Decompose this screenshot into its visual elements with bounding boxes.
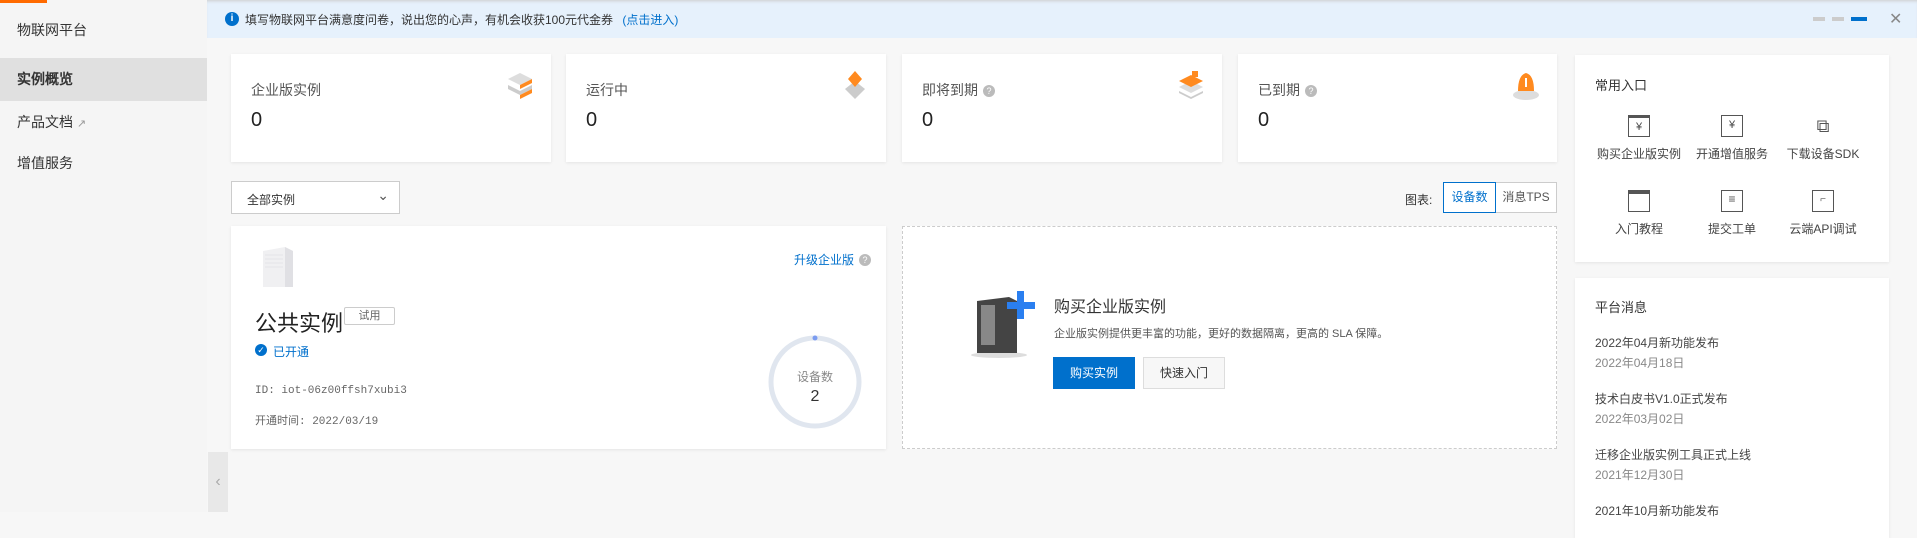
quick-label: 入门教程	[1614, 222, 1663, 236]
banner-text: 填写物联网平台满意度问卷，说出您的心声，有机会收获100元代金券	[245, 13, 614, 27]
quick-download-sdk[interactable]: ⧉ 下载设备SDK	[1773, 115, 1873, 162]
message-icon: ≡	[1721, 190, 1743, 212]
platform-news-panel: 平台消息 2022年04月新功能发布 2022年04月18日 技术白皮书V1.0…	[1575, 278, 1889, 538]
stat-value: 0	[586, 109, 598, 131]
check-circle-icon: ✓	[255, 344, 267, 356]
banner-link[interactable]: (点击进入)	[622, 13, 678, 27]
server-add-icon	[971, 291, 1035, 358]
buy-card-desc: 企业版实例提供更丰富的功能，更好的数据隔离，更高的 SLA 保障。	[1054, 328, 1389, 340]
calendar-stack-icon	[1179, 71, 1203, 99]
news-item-title[interactable]: 2022年04月新功能发布	[1595, 334, 1719, 351]
collapse-sidebar-button[interactable]: ‹	[208, 452, 228, 512]
quick-label: 提交工单	[1707, 222, 1756, 236]
external-link-icon: ↗	[76, 118, 87, 130]
stat-card-expiring: 即将到期? 0	[902, 54, 1222, 162]
quick-start-button[interactable]: 快速入门	[1143, 357, 1225, 389]
tab-device-count[interactable]: 设备数	[1443, 182, 1496, 213]
quick-api-debug[interactable]: ⌐ 云端API调试	[1773, 190, 1873, 237]
quick-label: 下载设备SDK	[1786, 147, 1860, 161]
news-item-date: 2022年04月18日	[1595, 356, 1685, 370]
sidebar-item-label: 实例概览	[17, 71, 73, 87]
stat-label: 企业版实例	[251, 82, 321, 98]
server-icon	[263, 247, 293, 287]
status-badge: 已开通	[273, 345, 310, 359]
help-icon[interactable]: ?	[983, 85, 995, 97]
instance-id: ID: iot-06z00ffsh7xubi3	[255, 385, 407, 397]
layers-download-icon: ⧉	[1816, 116, 1830, 136]
instance-title: 公共实例	[255, 311, 344, 336]
stat-label: 即将到期?	[922, 80, 995, 100]
quick-value-added[interactable]: ¥ 开通增值服务	[1682, 115, 1782, 162]
quick-label: 开通增值服务	[1695, 147, 1768, 161]
opened-date: 开通时间: 2022/03/19	[255, 416, 379, 428]
api-icon: ⌐	[1812, 190, 1834, 212]
news-item-date: 2021年12月30日	[1595, 468, 1685, 482]
accent-bar	[0, 0, 47, 3]
buy-enterprise-card: 购买企业版实例 企业版实例提供更丰富的功能，更好的数据隔离，更高的 SLA 保障…	[902, 226, 1557, 449]
instance-filter-select[interactable]: 全部实例 ⌄	[231, 181, 400, 214]
close-icon[interactable]: ✕	[1889, 9, 1902, 29]
trial-tag: 试用	[344, 307, 395, 325]
news-item-title[interactable]: 2021年10月新功能发布	[1595, 502, 1719, 519]
chart-toggle-label: 图表:	[1405, 193, 1433, 207]
panel-title: 常用入口	[1595, 78, 1648, 93]
public-instance-card: 升级企业版? 公共实例 试用 ✓ 已开通 ID: iot-06z00ffsh7x…	[231, 226, 886, 449]
stat-label: 运行中	[586, 82, 628, 98]
receipt-icon: ¥	[1721, 115, 1743, 137]
running-icon	[845, 71, 865, 99]
upgrade-enterprise-link[interactable]: 升级企业版	[794, 253, 854, 267]
alarm-icon	[1513, 73, 1539, 100]
stat-label: 已到期?	[1258, 80, 1317, 100]
stack-icon	[508, 73, 532, 99]
quick-buy-enterprise[interactable]: ¥ 购买企业版实例	[1589, 115, 1689, 162]
sidebar-item-value-added[interactable]: 增值服务	[0, 142, 207, 185]
quick-label: 购买企业版实例	[1596, 147, 1681, 161]
quick-tutorial[interactable]: 入门教程	[1589, 190, 1689, 237]
sidebar-item-docs[interactable]: 产品文档 ↗	[0, 101, 207, 144]
notice-banner: i 填写物联网平台满意度问卷，说出您的心声，有机会收获100元代金券 (点击进入…	[207, 0, 1917, 38]
banner-page-dot[interactable]	[1813, 17, 1825, 21]
tab-message-tps[interactable]: 消息TPS	[1496, 182, 1557, 213]
quick-label: 云端API调试	[1789, 222, 1857, 236]
sidebar-item-label: 产品文档	[17, 114, 73, 130]
news-item-title[interactable]: 技术白皮书V1.0正式发布	[1595, 390, 1728, 407]
banner-page-dot[interactable]	[1832, 17, 1844, 21]
banner-page-dot-active[interactable]	[1851, 17, 1867, 21]
stat-value: 0	[1258, 109, 1270, 131]
sidebar-item-overview[interactable]: 实例概览	[0, 58, 207, 101]
gauge-value: 2	[810, 388, 820, 405]
quick-entry-panel: 常用入口 ¥ 购买企业版实例 ¥ 开通增值服务 ⧉ 下载设备SDK 入门教程 ≡ 提交工…	[1575, 55, 1889, 262]
sidebar-item-label: 增值服务	[17, 155, 73, 171]
book-icon	[1628, 190, 1650, 212]
panel-title: 平台消息	[1595, 300, 1648, 315]
info-icon: i	[225, 12, 239, 26]
help-icon[interactable]: ?	[1305, 85, 1317, 97]
stat-card-enterprise: 企业版实例 0	[231, 54, 551, 162]
chevron-down-icon: ⌄	[377, 187, 389, 203]
select-value: 全部实例	[247, 193, 296, 207]
sidebar: 物联网平台 实例概览 产品文档 ↗ 增值服务	[0, 0, 207, 512]
news-item-title[interactable]: 迁移企业版实例工具正式上线	[1595, 446, 1751, 463]
stat-card-running: 运行中 0	[566, 54, 886, 162]
gauge-label: 设备数	[796, 370, 833, 384]
sidebar-title: 物联网平台	[17, 22, 87, 38]
stat-card-expired: 已到期? 0	[1238, 54, 1557, 162]
quick-ticket[interactable]: ≡ 提交工单	[1682, 190, 1782, 237]
help-icon[interactable]: ?	[859, 254, 871, 266]
buy-card-title: 购买企业版实例	[1054, 299, 1167, 316]
buy-instance-button[interactable]: 购买实例	[1053, 357, 1135, 389]
stat-value: 0	[922, 109, 934, 131]
stat-value: 0	[251, 109, 263, 131]
news-item-date: 2022年03月02日	[1595, 412, 1685, 426]
bill-icon: ¥	[1628, 115, 1650, 137]
